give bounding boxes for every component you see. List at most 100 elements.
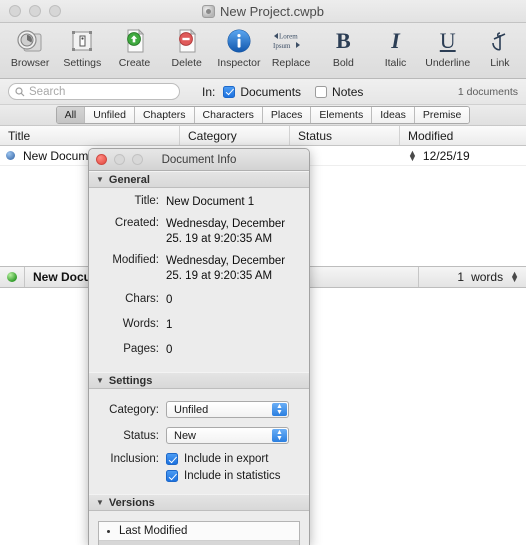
panel-minimize-button[interactable] [114, 154, 125, 165]
toolbar-label: Bold [332, 57, 354, 69]
svg-text:Ipsum: Ipsum [273, 42, 291, 50]
field-label: Category: [109, 403, 159, 416]
italic-icon: I [391, 26, 400, 56]
toolbar-button-replace[interactable]: Lorem Ipsum Replace [265, 23, 317, 77]
checkbox-include-in-export[interactable]: Include in export [166, 453, 281, 465]
scope-label-documents: Documents [240, 84, 302, 99]
toolbar-button-settings[interactable]: Settings [56, 23, 108, 77]
chevron-updown-icon[interactable]: ▲ ▼ [272, 403, 287, 416]
green-dot-icon [7, 272, 17, 282]
svg-text:Lorem: Lorem [279, 33, 298, 41]
field-value: 0 [166, 294, 173, 306]
toolbar-button-create[interactable]: Create [108, 23, 160, 77]
toolbar-button-delete[interactable]: Delete [161, 23, 213, 77]
field-pages: Pages: 0 [93, 343, 299, 358]
field-value: New Document 1 [166, 196, 255, 208]
close-button[interactable] [9, 5, 21, 17]
toolbar-button-bold[interactable]: B Bold [317, 23, 369, 77]
column-header-status[interactable]: Status [290, 126, 400, 145]
checkbox-checked-icon[interactable] [166, 453, 178, 465]
find-replace-icon: Lorem Ipsum [270, 26, 312, 56]
window-traffic-lights [9, 5, 61, 17]
category-dropdown[interactable]: Unfiled ▲ ▼ [166, 401, 289, 418]
checkbox-include-in-statistics[interactable]: Include in statistics [166, 470, 281, 482]
toolbar-label: Inspector [217, 57, 261, 69]
checkbox-checked-icon[interactable] [166, 470, 178, 482]
tab-elements[interactable]: Elements [311, 107, 373, 123]
field-label: Pages: [123, 343, 159, 355]
tab-ideas[interactable]: Ideas [372, 107, 415, 123]
word-count-value: 1 [457, 270, 465, 284]
field-label: Modified: [112, 254, 159, 266]
toolbar-button-inspector[interactable]: Inspector [213, 23, 265, 77]
field-chars: Chars: 0 [93, 293, 299, 308]
search-bar: Search In: Documents Notes 1 documents [0, 79, 526, 105]
field-title: Title: New Document 1 [93, 195, 299, 210]
panel-close-button[interactable] [96, 154, 107, 165]
zoom-button[interactable] [49, 5, 61, 17]
bold-icon: B [336, 26, 351, 56]
toolbar-button-browser[interactable]: Browser [4, 23, 56, 77]
row-modified-group: ▲ ▼ 12/25/19 [406, 146, 526, 165]
blue-dot-icon [6, 151, 15, 160]
tab-chapters[interactable]: Chapters [134, 107, 195, 123]
section-header-versions[interactable]: ▼ Versions [89, 494, 309, 511]
list-item[interactable]: 12/25/19 09:20:35 [99, 541, 299, 545]
field-label: Status: [123, 429, 159, 442]
word-count-group[interactable]: 1 words ▲ ▼ [419, 270, 526, 285]
window-titlebar: New Project.cwpb [0, 0, 526, 23]
search-scope-label: In: [202, 84, 216, 99]
chevron-updown-icon[interactable]: ▲ ▼ [272, 429, 287, 442]
section-header-general[interactable]: ▼ General [89, 171, 309, 188]
search-placeholder: Search [29, 85, 66, 98]
search-input[interactable]: Search [8, 83, 180, 100]
checkbox-checked-icon[interactable] [223, 85, 236, 98]
field-label: Created: [114, 217, 159, 229]
create-document-icon [122, 26, 148, 56]
field-value-line1: Wednesday, December [166, 255, 286, 267]
scope-label-notes: Notes [332, 84, 364, 99]
tab-all[interactable]: All [56, 107, 86, 123]
tab-characters[interactable]: Characters [194, 107, 263, 123]
section-body-general: Title: New Document 1 Created: Wednesday… [89, 188, 309, 372]
settings-icon [69, 26, 95, 56]
column-header-category[interactable]: Category [180, 126, 290, 145]
tab-places[interactable]: Places [262, 107, 312, 123]
versions-list-header[interactable]: Last Modified [99, 522, 299, 541]
checkbox-unchecked-icon[interactable] [315, 85, 328, 98]
section-title-general: General [108, 173, 150, 186]
scope-checkbox-documents[interactable]: Documents [223, 85, 301, 99]
field-value: 0 [166, 344, 173, 356]
toolbar-label: Create [118, 57, 151, 69]
tab-unfiled[interactable]: Unfiled [85, 107, 135, 123]
chevron-down-icon[interactable]: ▼ [96, 175, 104, 184]
column-header-title[interactable]: Title [0, 126, 180, 145]
category-tabs: All Unfiled Chapters Characters Places E… [55, 106, 471, 124]
tab-premise[interactable]: Premise [414, 107, 470, 123]
document-info-panel: Document Info ▼ General Title: New Docum… [88, 148, 310, 545]
section-title-versions: Versions [108, 496, 155, 509]
search-icon [15, 86, 25, 96]
anchor-link-icon [488, 26, 512, 56]
chevron-down-icon[interactable]: ▼ [96, 498, 104, 507]
up-down-stepper-icon[interactable]: ▲ ▼ [510, 270, 519, 284]
list-column-headers: Title Category Status Modified [0, 126, 526, 146]
toolbar-button-underline[interactable]: U Underline [422, 23, 474, 77]
field-category: Category: Unfiled ▲ ▼ [93, 401, 299, 418]
chevron-down-icon[interactable]: ▼ [96, 376, 104, 385]
toolbar-label: Delete [171, 57, 202, 69]
toolbar-label: Italic [384, 57, 407, 69]
window-title: New Project.cwpb [219, 3, 325, 19]
status-dropdown[interactable]: New ▲ ▼ [166, 427, 289, 444]
section-header-settings[interactable]: ▼ Settings [89, 372, 309, 389]
up-down-stepper-icon[interactable]: ▲ ▼ [408, 148, 417, 162]
column-header-modified[interactable]: Modified [400, 126, 526, 145]
word-count-label: words [471, 270, 504, 284]
scope-checkbox-notes[interactable]: Notes [315, 85, 363, 99]
info-circle-icon [225, 26, 253, 56]
toolbar-button-link[interactable]: Link [474, 23, 526, 77]
toolbar-button-italic[interactable]: I Italic [369, 23, 421, 77]
main-toolbar: Browser Settings Create Delete Inspector… [0, 23, 526, 79]
panel-zoom-button[interactable] [132, 154, 143, 165]
minimize-button[interactable] [29, 5, 41, 17]
